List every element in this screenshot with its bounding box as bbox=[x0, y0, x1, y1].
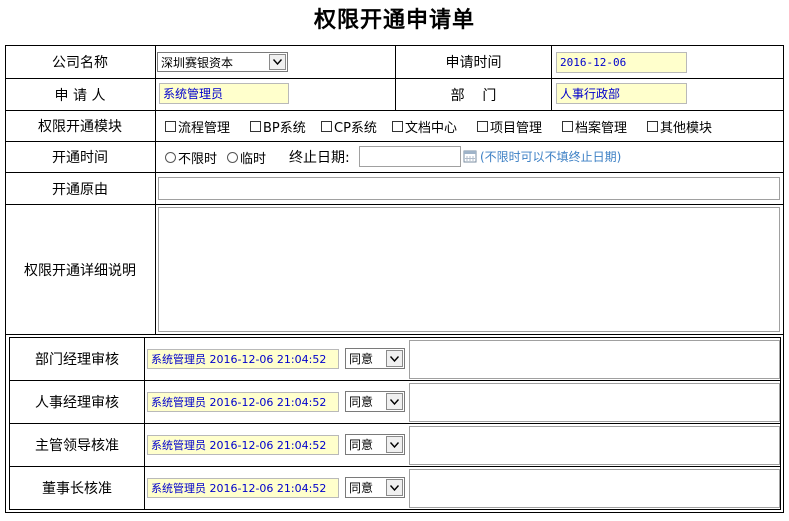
end-date-hint: (不限时可以不填终止日期) bbox=[480, 150, 622, 164]
reason-label: 开通原由 bbox=[52, 181, 108, 198]
approval-label-dept-manager: 部门经理审核 bbox=[35, 352, 119, 368]
radio-icon[interactable] bbox=[165, 151, 176, 163]
open-time-label: 开通时间 bbox=[52, 150, 108, 166]
approval-col-divider bbox=[144, 337, 145, 509]
checkbox-label: 其他模块 bbox=[660, 120, 713, 136]
checkbox-label: CP系统 bbox=[334, 120, 377, 136]
col-divider bbox=[155, 45, 156, 334]
approval-table-bottom bbox=[9, 509, 781, 510]
approval-signer-dept-manager: 系统管理员 2016-12-06 21:04:52 bbox=[147, 349, 339, 369]
module-checkbox-cp[interactable]: CP系统 bbox=[321, 117, 377, 136]
chevron-down-icon[interactable] bbox=[386, 350, 403, 367]
module-checkbox-projects[interactable]: 项目管理 bbox=[477, 117, 543, 136]
radio-temporary[interactable]: 临时 bbox=[227, 148, 267, 167]
checkbox-icon[interactable] bbox=[562, 120, 573, 132]
checkbox-icon[interactable] bbox=[321, 120, 332, 132]
approval-label-supervisor: 主管领导核准 bbox=[35, 438, 119, 454]
approval-col-divider bbox=[780, 337, 781, 509]
checkbox-icon[interactable] bbox=[250, 120, 261, 132]
checkbox-label: BP系统 bbox=[263, 120, 306, 136]
checkbox-icon[interactable] bbox=[477, 120, 488, 132]
details-textarea[interactable] bbox=[158, 207, 780, 332]
chevron-down-icon[interactable] bbox=[386, 436, 403, 453]
approval-label-hr-manager: 人事经理审核 bbox=[35, 395, 119, 411]
module-checkbox-archives[interactable]: 档案管理 bbox=[562, 117, 628, 136]
modules-label: 权限开通模块 bbox=[38, 119, 122, 135]
approval-label-chairman: 董事长核准 bbox=[42, 481, 112, 497]
checkbox-label: 项目管理 bbox=[490, 120, 543, 136]
department-label: 部 门 bbox=[450, 87, 497, 104]
approval-decision-chairman[interactable]: 同意 bbox=[345, 477, 405, 498]
decision-value: 同意 bbox=[349, 395, 374, 409]
radio-label: 临时 bbox=[240, 151, 267, 167]
approval-decision-supervisor[interactable]: 同意 bbox=[345, 434, 405, 455]
decision-value: 同意 bbox=[349, 352, 374, 366]
apply-time-field: 2016-12-06 bbox=[556, 52, 687, 73]
applicant-label: 申 请 人 bbox=[54, 87, 106, 104]
chevron-down-icon[interactable] bbox=[386, 393, 403, 410]
checkbox-icon[interactable] bbox=[165, 120, 176, 132]
checkbox-label: 档案管理 bbox=[575, 120, 628, 136]
row-divider bbox=[5, 334, 784, 335]
col-divider bbox=[551, 45, 552, 110]
approval-comment-supervisor[interactable] bbox=[409, 426, 780, 465]
checkbox-icon[interactable] bbox=[392, 120, 403, 132]
apply-time-label: 申请时间 bbox=[445, 55, 502, 71]
approval-comment-chairman[interactable] bbox=[409, 469, 780, 508]
form-title: 权限开通申请单 bbox=[313, 7, 475, 33]
approval-signer-hr-manager: 系统管理员 2016-12-06 21:04:52 bbox=[147, 392, 339, 412]
module-checkbox-workflow[interactable]: 流程管理 bbox=[165, 117, 231, 136]
end-date-label: 终止日期: bbox=[289, 150, 350, 166]
company-value: 深圳赛银资本 bbox=[161, 55, 234, 70]
calendar-icon[interactable] bbox=[463, 148, 477, 163]
module-checkbox-other[interactable]: 其他模块 bbox=[647, 117, 713, 136]
approval-comment-dept-manager[interactable] bbox=[409, 340, 780, 379]
radio-label: 不限时 bbox=[178, 151, 218, 167]
radio-unlimited[interactable]: 不限时 bbox=[165, 148, 218, 167]
approval-decision-hr-manager[interactable]: 同意 bbox=[345, 391, 405, 412]
decision-value: 同意 bbox=[349, 438, 374, 452]
company-select[interactable]: 深圳赛银资本 bbox=[157, 52, 288, 72]
reason-input[interactable] bbox=[158, 177, 780, 200]
end-date-input[interactable] bbox=[359, 146, 461, 167]
decision-value: 同意 bbox=[349, 481, 374, 495]
module-checkbox-docs[interactable]: 文档中心 bbox=[392, 117, 458, 136]
chevron-down-icon[interactable] bbox=[269, 54, 286, 70]
module-checkbox-bp[interactable]: BP系统 bbox=[250, 117, 306, 136]
chevron-down-icon[interactable] bbox=[386, 479, 403, 496]
department-field: 人事行政部 bbox=[556, 83, 687, 104]
approval-signer-chairman: 系统管理员 2016-12-06 21:04:52 bbox=[147, 478, 339, 498]
checkbox-label: 流程管理 bbox=[178, 120, 231, 136]
applicant-field: 系统管理员 bbox=[159, 83, 289, 104]
radio-icon[interactable] bbox=[227, 151, 238, 163]
checkbox-label: 文档中心 bbox=[405, 120, 458, 136]
approval-decision-dept-manager[interactable]: 同意 bbox=[345, 348, 405, 369]
approval-comment-hr-manager[interactable] bbox=[409, 383, 780, 422]
company-label: 公司名称 bbox=[52, 55, 108, 71]
checkbox-icon[interactable] bbox=[647, 120, 658, 132]
details-label: 权限开通详细说明 bbox=[24, 262, 136, 279]
approval-signer-supervisor: 系统管理员 2016-12-06 21:04:52 bbox=[147, 435, 339, 455]
